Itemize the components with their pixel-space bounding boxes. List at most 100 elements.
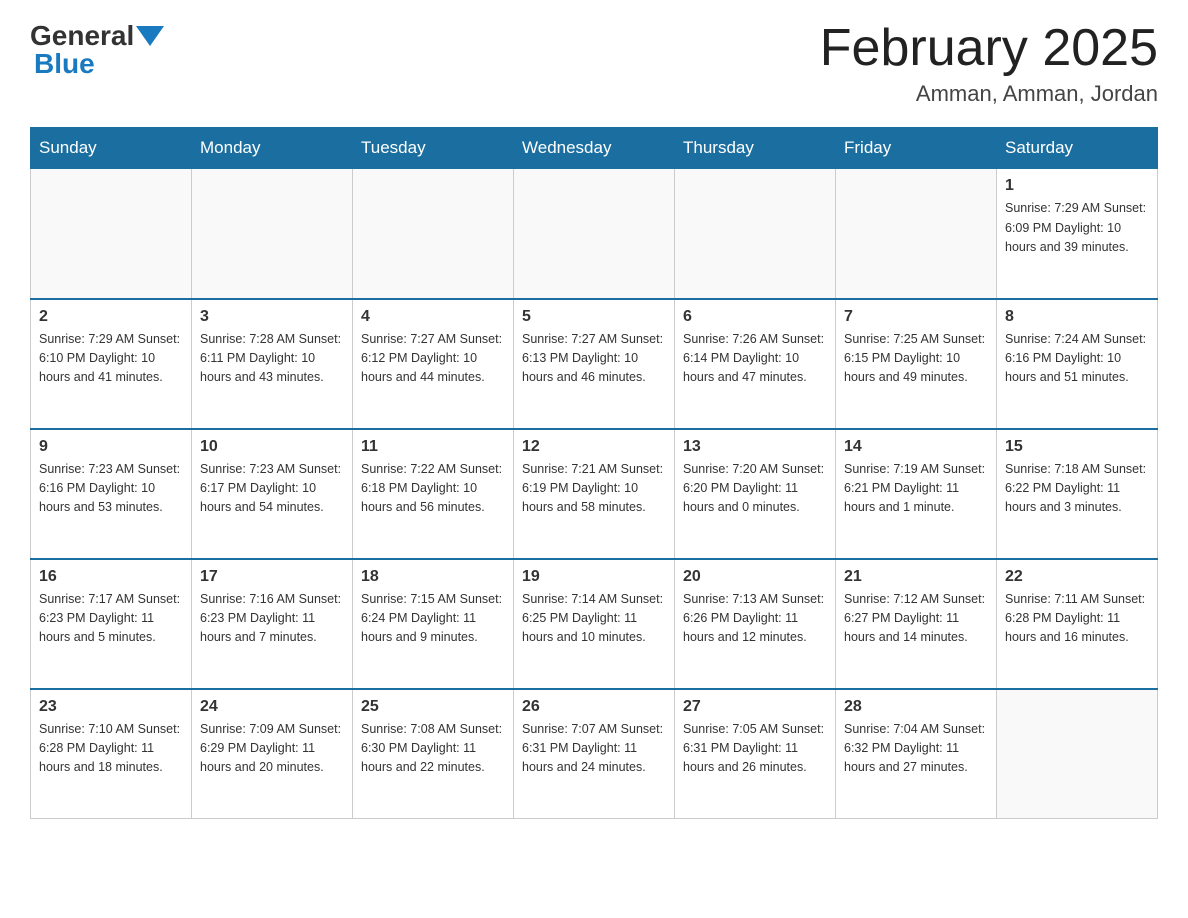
day-number: 22	[1005, 568, 1149, 586]
day-number: 5	[522, 308, 666, 326]
table-row: 24 Sunrise: 7:09 AM Sunset: 6:29 PM Dayli…	[192, 689, 353, 819]
day-number: 8	[1005, 308, 1149, 326]
table-row	[514, 169, 675, 299]
col-sunday: Sunday	[31, 128, 192, 169]
day-number: 18	[361, 568, 505, 586]
table-row: 2 Sunrise: 7:29 AM Sunset: 6:10 PM Daylig…	[31, 299, 192, 429]
day-number: 26	[522, 698, 666, 716]
title-section: February 2025 Amman, Amman, Jordan	[820, 20, 1158, 107]
day-number: 16	[39, 568, 183, 586]
location: Amman, Amman, Jordan	[820, 81, 1158, 107]
table-row: 4 Sunrise: 7:27 AM Sunset: 6:12 PM Daylig…	[353, 299, 514, 429]
table-row: 21 Sunrise: 7:12 AM Sunset: 6:27 PM Dayli…	[836, 559, 997, 689]
table-row: 28Sunrise: 7:04 AM Sunset: 6:32 PM Dayli…	[836, 689, 997, 819]
day-info: Sunrise: 7:29 AM Sunset: 6:09 PM Dayligh…	[1005, 199, 1149, 257]
table-row: 7 Sunrise: 7:25 AM Sunset: 6:15 PM Daylig…	[836, 299, 997, 429]
table-row: 10 Sunrise: 7:23 AM Sunset: 6:17 PM Dayli…	[192, 429, 353, 559]
calendar-table: Sunday Monday Tuesday Wednesday Thursday…	[30, 127, 1158, 819]
col-monday: Monday	[192, 128, 353, 169]
table-row: 6 Sunrise: 7:26 AM Sunset: 6:14 PM Daylig…	[675, 299, 836, 429]
day-info: Sunrise: 7:23 AM Sunset: 6:17 PM Dayligh…	[200, 460, 344, 518]
day-info: Sunrise: 7:10 AM Sunset: 6:28 PM Dayligh…	[39, 720, 183, 778]
day-number: 27	[683, 698, 827, 716]
calendar-week-2: 2 Sunrise: 7:29 AM Sunset: 6:10 PM Daylig…	[31, 299, 1158, 429]
table-row: 20 Sunrise: 7:13 AM Sunset: 6:26 PM Dayli…	[675, 559, 836, 689]
day-number: 17	[200, 568, 344, 586]
calendar-header-row: Sunday Monday Tuesday Wednesday Thursday…	[31, 128, 1158, 169]
table-row: 5Sunrise: 7:27 AM Sunset: 6:13 PM Daylig…	[514, 299, 675, 429]
table-row: 15 Sunrise: 7:18 AM Sunset: 6:22 PM Dayli…	[997, 429, 1158, 559]
col-friday: Friday	[836, 128, 997, 169]
table-row: 14 Sunrise: 7:19 AM Sunset: 6:21 PM Dayli…	[836, 429, 997, 559]
day-info: Sunrise: 7:12 AM Sunset: 6:27 PM Dayligh…	[844, 590, 988, 648]
day-info: Sunrise: 7:29 AM Sunset: 6:10 PM Dayligh…	[39, 330, 183, 388]
day-info: Sunrise: 7:11 AM Sunset: 6:28 PM Dayligh…	[1005, 590, 1149, 648]
day-info: Sunrise: 7:25 AM Sunset: 6:15 PM Dayligh…	[844, 330, 988, 388]
table-row: 8 Sunrise: 7:24 AM Sunset: 6:16 PM Daylig…	[997, 299, 1158, 429]
table-row: 19Sunrise: 7:14 AM Sunset: 6:25 PM Dayli…	[514, 559, 675, 689]
day-number: 7	[844, 308, 988, 326]
day-info: Sunrise: 7:24 AM Sunset: 6:16 PM Dayligh…	[1005, 330, 1149, 388]
day-info: Sunrise: 7:04 AM Sunset: 6:32 PM Dayligh…	[844, 720, 988, 778]
calendar-week-1: 1 Sunrise: 7:29 AM Sunset: 6:09 PM Daylig…	[31, 169, 1158, 299]
day-info: Sunrise: 7:27 AM Sunset: 6:12 PM Dayligh…	[361, 330, 505, 388]
day-number: 4	[361, 308, 505, 326]
calendar-week-3: 9Sunrise: 7:23 AM Sunset: 6:16 PM Daylig…	[31, 429, 1158, 559]
day-number: 20	[683, 568, 827, 586]
day-info: Sunrise: 7:16 AM Sunset: 6:23 PM Dayligh…	[200, 590, 344, 648]
day-info: Sunrise: 7:08 AM Sunset: 6:30 PM Dayligh…	[361, 720, 505, 778]
page-header: General Blue February 2025 Amman, Amman,…	[30, 20, 1158, 107]
day-info: Sunrise: 7:28 AM Sunset: 6:11 PM Dayligh…	[200, 330, 344, 388]
day-number: 3	[200, 308, 344, 326]
table-row	[31, 169, 192, 299]
table-row	[675, 169, 836, 299]
day-number: 19	[522, 568, 666, 586]
day-number: 10	[200, 438, 344, 456]
day-info: Sunrise: 7:13 AM Sunset: 6:26 PM Dayligh…	[683, 590, 827, 648]
table-row: 25 Sunrise: 7:08 AM Sunset: 6:30 PM Dayli…	[353, 689, 514, 819]
table-row	[192, 169, 353, 299]
col-tuesday: Tuesday	[353, 128, 514, 169]
day-number: 23	[39, 698, 183, 716]
day-number: 21	[844, 568, 988, 586]
table-row: 3 Sunrise: 7:28 AM Sunset: 6:11 PM Daylig…	[192, 299, 353, 429]
table-row: 17 Sunrise: 7:16 AM Sunset: 6:23 PM Dayli…	[192, 559, 353, 689]
day-info: Sunrise: 7:19 AM Sunset: 6:21 PM Dayligh…	[844, 460, 988, 518]
day-number: 24	[200, 698, 344, 716]
table-row: 26 Sunrise: 7:07 AM Sunset: 6:31 PM Dayli…	[514, 689, 675, 819]
table-row: 1 Sunrise: 7:29 AM Sunset: 6:09 PM Daylig…	[997, 169, 1158, 299]
day-info: Sunrise: 7:15 AM Sunset: 6:24 PM Dayligh…	[361, 590, 505, 648]
col-wednesday: Wednesday	[514, 128, 675, 169]
calendar-week-4: 16 Sunrise: 7:17 AM Sunset: 6:23 PM Dayli…	[31, 559, 1158, 689]
day-info: Sunrise: 7:20 AM Sunset: 6:20 PM Dayligh…	[683, 460, 827, 518]
table-row: 9Sunrise: 7:23 AM Sunset: 6:16 PM Daylig…	[31, 429, 192, 559]
day-number: 14	[844, 438, 988, 456]
logo: General Blue	[30, 20, 166, 80]
table-row	[836, 169, 997, 299]
day-info: Sunrise: 7:26 AM Sunset: 6:14 PM Dayligh…	[683, 330, 827, 388]
day-info: Sunrise: 7:23 AM Sunset: 6:16 PM Dayligh…	[39, 460, 183, 518]
day-info: Sunrise: 7:07 AM Sunset: 6:31 PM Dayligh…	[522, 720, 666, 778]
table-row: 16 Sunrise: 7:17 AM Sunset: 6:23 PM Dayli…	[31, 559, 192, 689]
day-info: Sunrise: 7:05 AM Sunset: 6:31 PM Dayligh…	[683, 720, 827, 778]
table-row: 13 Sunrise: 7:20 AM Sunset: 6:20 PM Dayli…	[675, 429, 836, 559]
day-info: Sunrise: 7:18 AM Sunset: 6:22 PM Dayligh…	[1005, 460, 1149, 518]
table-row	[353, 169, 514, 299]
day-number: 1	[1005, 177, 1149, 195]
table-row: 22 Sunrise: 7:11 AM Sunset: 6:28 PM Dayli…	[997, 559, 1158, 689]
day-number: 25	[361, 698, 505, 716]
day-number: 13	[683, 438, 827, 456]
day-info: Sunrise: 7:09 AM Sunset: 6:29 PM Dayligh…	[200, 720, 344, 778]
table-row	[997, 689, 1158, 819]
calendar-week-5: 23 Sunrise: 7:10 AM Sunset: 6:28 PM Dayli…	[31, 689, 1158, 819]
day-info: Sunrise: 7:22 AM Sunset: 6:18 PM Dayligh…	[361, 460, 505, 518]
logo-blue-text: Blue	[34, 48, 95, 80]
table-row: 27 Sunrise: 7:05 AM Sunset: 6:31 PM Dayli…	[675, 689, 836, 819]
table-row: 11Sunrise: 7:22 AM Sunset: 6:18 PM Dayli…	[353, 429, 514, 559]
day-number: 2	[39, 308, 183, 326]
day-info: Sunrise: 7:21 AM Sunset: 6:19 PM Dayligh…	[522, 460, 666, 518]
day-number: 15	[1005, 438, 1149, 456]
day-info: Sunrise: 7:17 AM Sunset: 6:23 PM Dayligh…	[39, 590, 183, 648]
day-number: 6	[683, 308, 827, 326]
table-row: 12Sunrise: 7:21 AM Sunset: 6:19 PM Dayli…	[514, 429, 675, 559]
